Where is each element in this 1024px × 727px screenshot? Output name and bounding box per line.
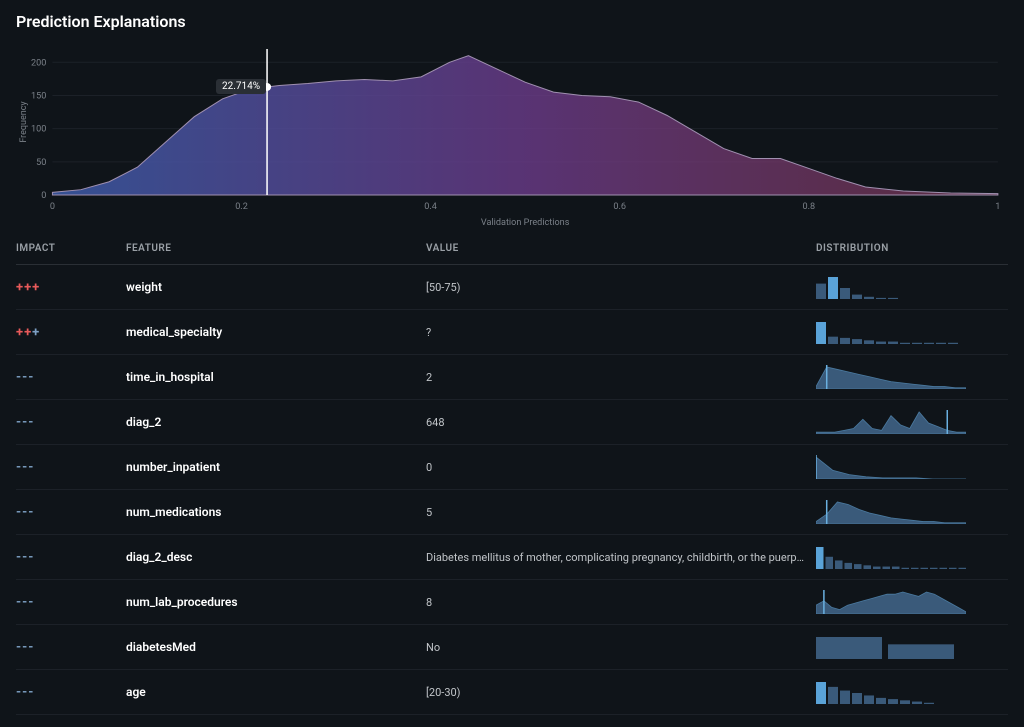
distribution-sparkline xyxy=(816,680,966,704)
feature-name: age xyxy=(126,685,426,699)
feature-value: ? xyxy=(426,326,816,339)
feature-name: number_inpatient xyxy=(126,460,426,474)
impact-indicator: --- xyxy=(16,415,126,430)
feature-name: diag_2_desc xyxy=(126,550,426,564)
feature-value: No xyxy=(426,641,816,654)
distribution-sparkline xyxy=(816,635,966,659)
svg-text:1: 1 xyxy=(995,202,1000,212)
svg-text:0: 0 xyxy=(41,191,46,201)
impact-indicator: --- xyxy=(16,550,126,565)
table-header: IMPACT FEATURE VALUE DISTRIBUTION xyxy=(16,237,1008,265)
feature-value: 648 xyxy=(426,416,816,429)
th-impact: IMPACT xyxy=(16,243,126,254)
distribution-sparkline xyxy=(816,500,966,524)
table-row[interactable]: ---time_in_hospital2 xyxy=(16,355,1008,400)
impact-indicator: +++ xyxy=(16,280,126,295)
svg-text:Validation Predictions: Validation Predictions xyxy=(481,218,570,228)
table-row[interactable]: ---diabetesMedNo xyxy=(16,625,1008,670)
th-distribution: DISTRIBUTION xyxy=(816,243,976,254)
feature-name: time_in_hospital xyxy=(126,370,426,384)
impact-indicator: +++ xyxy=(16,325,126,340)
feature-value: Diabetes mellitus of mother, complicatin… xyxy=(426,551,816,564)
table-row[interactable]: ---num_medications5 xyxy=(16,490,1008,535)
impact-indicator: --- xyxy=(16,595,126,610)
feature-value: 5 xyxy=(426,506,816,519)
svg-text:200: 200 xyxy=(31,58,46,68)
feature-value: 8 xyxy=(426,596,816,609)
svg-text:100: 100 xyxy=(31,125,46,135)
feature-value: [20-30) xyxy=(426,686,816,699)
feature-name: num_lab_procedures xyxy=(126,595,426,609)
density-chart[interactable]: 0 50 100 150 200 0 0.2 0.4 0.6 0.8 1 Validation Pre… xyxy=(16,39,1008,229)
table-row[interactable]: ---age[20-30) xyxy=(16,670,1008,715)
feature-name: weight xyxy=(126,280,426,294)
impact-indicator: --- xyxy=(16,685,126,700)
feature-name: medical_specialty xyxy=(126,325,426,339)
distribution-sparkline xyxy=(816,365,966,389)
impact-indicator: --- xyxy=(16,370,126,385)
th-value: VALUE xyxy=(426,243,816,254)
explanations-table: IMPACT FEATURE VALUE DISTRIBUTION +++wei… xyxy=(16,237,1008,715)
feature-name: diabetesMed xyxy=(126,640,426,654)
distribution-sparkline xyxy=(816,455,966,479)
feature-value: 0 xyxy=(426,461,816,474)
svg-text:50: 50 xyxy=(36,158,46,168)
table-row[interactable]: +++medical_specialty? xyxy=(16,310,1008,355)
feature-name: diag_2 xyxy=(126,415,426,429)
page-title: Prediction Explanations xyxy=(16,12,1008,31)
distribution-sparkline xyxy=(816,545,966,569)
table-row[interactable]: ---num_lab_procedures8 xyxy=(16,580,1008,625)
impact-indicator: --- xyxy=(16,460,126,475)
distribution-sparkline xyxy=(816,590,966,614)
distribution-sparkline xyxy=(816,410,966,434)
table-row[interactable]: ---diag_2648 xyxy=(16,400,1008,445)
svg-text:0.4: 0.4 xyxy=(424,202,437,212)
table-row[interactable]: ---number_inpatient0 xyxy=(16,445,1008,490)
svg-text:0.2: 0.2 xyxy=(235,202,248,212)
svg-text:150: 150 xyxy=(31,91,46,101)
impact-indicator: --- xyxy=(16,640,126,655)
feature-value: 2 xyxy=(426,371,816,384)
th-feature: FEATURE xyxy=(126,243,426,254)
svg-text:Frequency: Frequency xyxy=(19,101,29,143)
svg-text:0.8: 0.8 xyxy=(802,202,815,212)
distribution-sparkline xyxy=(816,320,966,344)
svg-text:0.6: 0.6 xyxy=(613,202,626,212)
feature-value: [50-75) xyxy=(426,281,816,294)
impact-indicator: --- xyxy=(16,505,126,520)
table-row[interactable]: +++weight[50-75) xyxy=(16,265,1008,310)
svg-text:0: 0 xyxy=(50,202,55,212)
table-row[interactable]: ---diag_2_descDiabetes mellitus of mothe… xyxy=(16,535,1008,580)
feature-name: num_medications xyxy=(126,505,426,519)
distribution-sparkline xyxy=(816,275,966,299)
